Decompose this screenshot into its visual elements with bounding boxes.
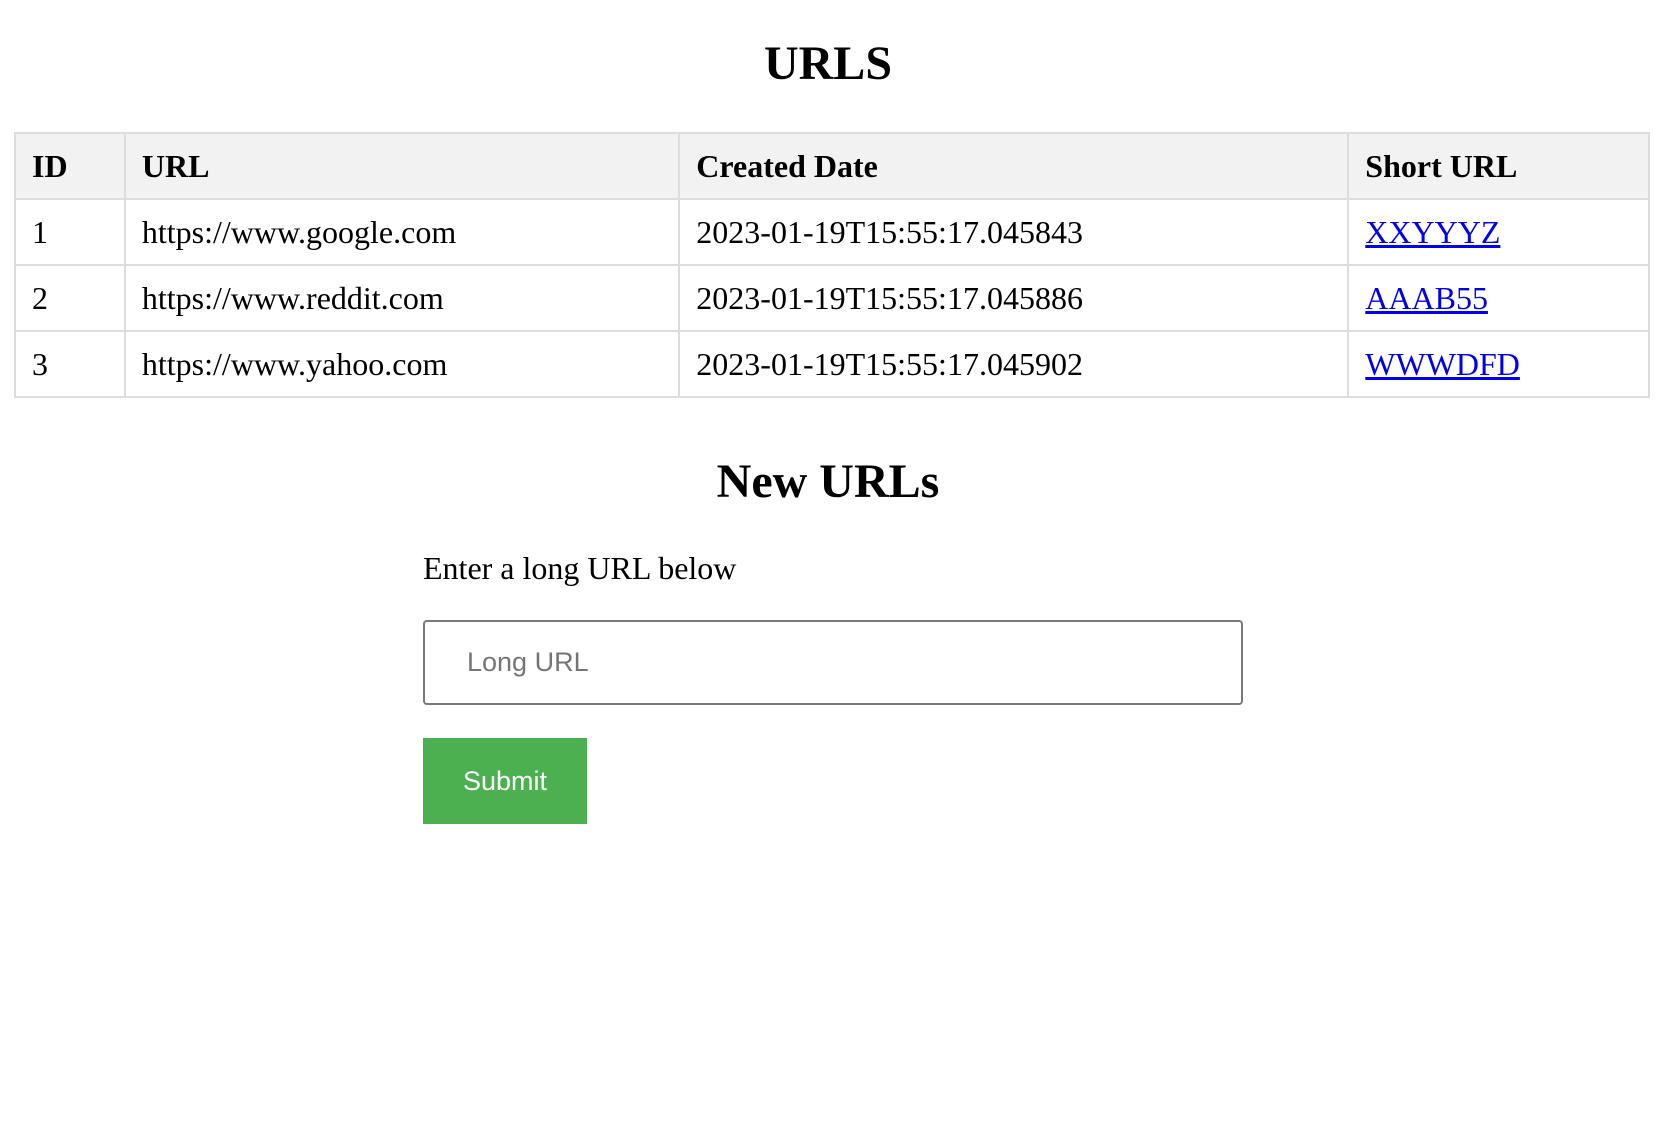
column-header-created-date: Created Date (678, 132, 1350, 200)
new-url-form: Enter a long URL below Submit (423, 548, 1243, 824)
cell-created-date: 2023-01-19T15:55:17.045843 (678, 198, 1350, 266)
table-header-row: ID URL Created Date Short URL (14, 132, 1650, 200)
short-url-link[interactable]: XXYYYZ (1365, 214, 1500, 250)
urls-heading: URLS (763, 37, 893, 90)
cell-created-date: 2023-01-19T15:55:17.045886 (678, 264, 1350, 332)
cell-url: https://www.google.com (123, 198, 681, 266)
table-row: 2 https://www.reddit.com 2023-01-19T15:5… (14, 264, 1650, 332)
short-url-link[interactable]: WWWDFD (1365, 346, 1520, 382)
cell-id: 3 (14, 330, 126, 398)
cell-short-url: WWWDFD (1347, 330, 1650, 398)
cell-short-url: AAAB55 (1347, 264, 1650, 332)
table-row: 1 https://www.google.com 2023-01-19T15:5… (14, 198, 1650, 266)
page: URLS ID URL Created Date Short URL 1 htt… (0, 0, 1656, 1130)
cell-url: https://www.reddit.com (123, 264, 681, 332)
column-header-id: ID (14, 132, 126, 200)
column-header-short-url: Short URL (1347, 132, 1650, 200)
cell-id: 2 (14, 264, 126, 332)
urls-table: ID URL Created Date Short URL 1 https://… (14, 132, 1650, 398)
cell-created-date: 2023-01-19T15:55:17.045902 (678, 330, 1350, 398)
new-urls-heading: New URLs (716, 455, 940, 508)
cell-short-url: XXYYYZ (1347, 198, 1650, 266)
submit-button[interactable]: Submit (423, 738, 587, 824)
short-url-link[interactable]: AAAB55 (1365, 280, 1488, 316)
table-row: 3 https://www.yahoo.com 2023-01-19T15:55… (14, 330, 1650, 398)
cell-url: https://www.yahoo.com (123, 330, 681, 398)
long-url-label: Enter a long URL below (423, 550, 737, 586)
cell-id: 1 (14, 198, 126, 266)
long-url-input[interactable] (423, 620, 1243, 705)
column-header-url: URL (123, 132, 681, 200)
